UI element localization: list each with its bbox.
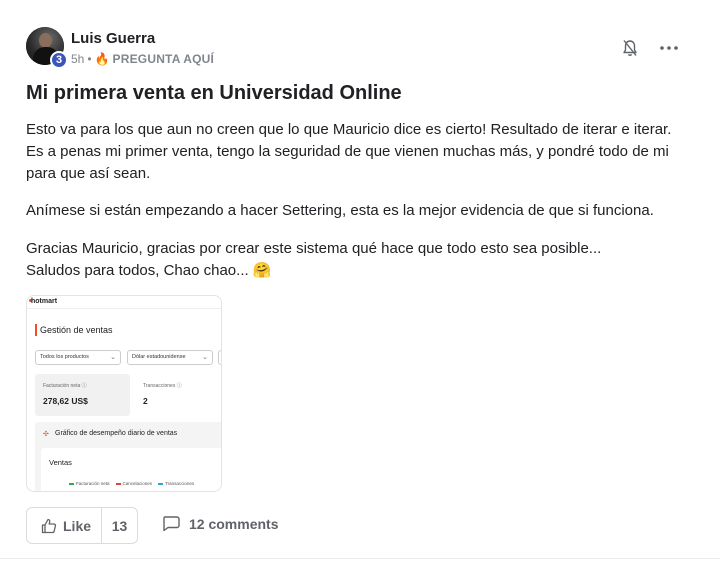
comment-icon bbox=[163, 516, 180, 532]
like-label: Like bbox=[63, 517, 92, 534]
panel-subtitle: Ventas bbox=[49, 458, 72, 467]
like-count[interactable]: 13 bbox=[102, 508, 137, 543]
like-group: Like 13 bbox=[26, 507, 138, 544]
card-label: Facturación neta ⓘ bbox=[43, 383, 87, 389]
comments-button[interactable]: 12 comments bbox=[162, 515, 278, 532]
post-card: 3 Luis Guerra 5h • 🔥 PREGUNTA AQUÍ Mi pr… bbox=[0, 0, 720, 567]
extra-select bbox=[218, 350, 221, 365]
more-horizontal-icon[interactable] bbox=[659, 40, 679, 56]
paragraph-line: Es a penas mi primer venta, tengo la seg… bbox=[26, 143, 669, 160]
legend-item: Cancelaciones bbox=[115, 481, 152, 486]
attachment-heading: Gestión de ventas bbox=[40, 325, 113, 335]
author-avatar[interactable]: 3 bbox=[26, 27, 68, 69]
fire-icon: 🔥 bbox=[94, 52, 110, 66]
paragraph-line: Esto va para los que aun no creen que lo… bbox=[26, 121, 672, 138]
paragraph-line: Saludos para todos, Chao chao... 🤗 bbox=[26, 262, 272, 279]
card-label: Transacciones ⓘ bbox=[143, 383, 182, 389]
post-paragraph-1: Esto va para los que aun no creen que lo… bbox=[26, 119, 686, 185]
legend-item: Transacciones bbox=[158, 481, 194, 486]
divider bbox=[0, 558, 720, 559]
paragraph-line: para que así sean. bbox=[26, 165, 151, 182]
brand-logo: hotmart bbox=[31, 298, 58, 305]
attachment-image[interactable]: hotmart Gestión de ventas Todos los prod… bbox=[26, 295, 222, 492]
bell-off-icon[interactable] bbox=[622, 39, 638, 57]
chart-icon: ✣ bbox=[43, 431, 49, 438]
transactions-card: Transacciones ⓘ 2 bbox=[135, 374, 221, 416]
heading-accent bbox=[35, 324, 37, 336]
divider bbox=[27, 308, 221, 309]
thumbs-up-icon bbox=[41, 518, 57, 533]
card-value: 278,62 US$ bbox=[43, 396, 88, 406]
chart-legend: Facturación neta Cancelaciones Transacci… bbox=[69, 481, 194, 486]
card-value: 2 bbox=[143, 396, 148, 406]
post-meta: 5h • 🔥 PREGUNTA AQUÍ bbox=[71, 52, 214, 66]
currency-select: Dólar estadounidense ⌄ bbox=[127, 350, 213, 365]
meta-separator: • bbox=[87, 52, 92, 66]
select-label: Dólar estadounidense bbox=[132, 354, 186, 360]
post-time: 5h bbox=[71, 52, 85, 66]
post-paragraph-3: Gracias Mauricio, gracias por crear este… bbox=[26, 238, 686, 282]
level-badge: 3 bbox=[50, 51, 68, 69]
chevron-down-icon: ⌄ bbox=[110, 354, 116, 361]
products-select: Todos los productos ⌄ bbox=[35, 350, 121, 365]
paragraph-line: Anímese si están empezando a hacer Sette… bbox=[26, 202, 654, 219]
paragraph-line: Gracias Mauricio, gracias por crear este… bbox=[26, 240, 602, 257]
chevron-down-icon: ⌄ bbox=[202, 354, 208, 361]
post-title: Mi primera venta en Universidad Online bbox=[26, 82, 402, 104]
post-category[interactable]: PREGUNTA AQUÍ bbox=[113, 52, 215, 66]
post-paragraph-2: Anímese si están empezando a hacer Sette… bbox=[26, 200, 686, 222]
panel-title: Gráfico de desempeño diario de ventas bbox=[55, 430, 178, 437]
author-name[interactable]: Luis Guerra bbox=[71, 30, 155, 47]
sales-chart-panel: ✣ Gráfico de desempeño diario de ventas … bbox=[35, 422, 221, 491]
like-button[interactable]: Like bbox=[27, 508, 102, 543]
panel-inner: Ventas Facturación neta Cancelaciones Tr… bbox=[41, 448, 221, 491]
select-label: Todos los productos bbox=[40, 354, 89, 360]
net-revenue-card: Facturación neta ⓘ 278,62 US$ bbox=[35, 374, 130, 416]
comments-label: 12 comments bbox=[189, 515, 279, 532]
legend-item: Facturación neta bbox=[69, 481, 110, 486]
